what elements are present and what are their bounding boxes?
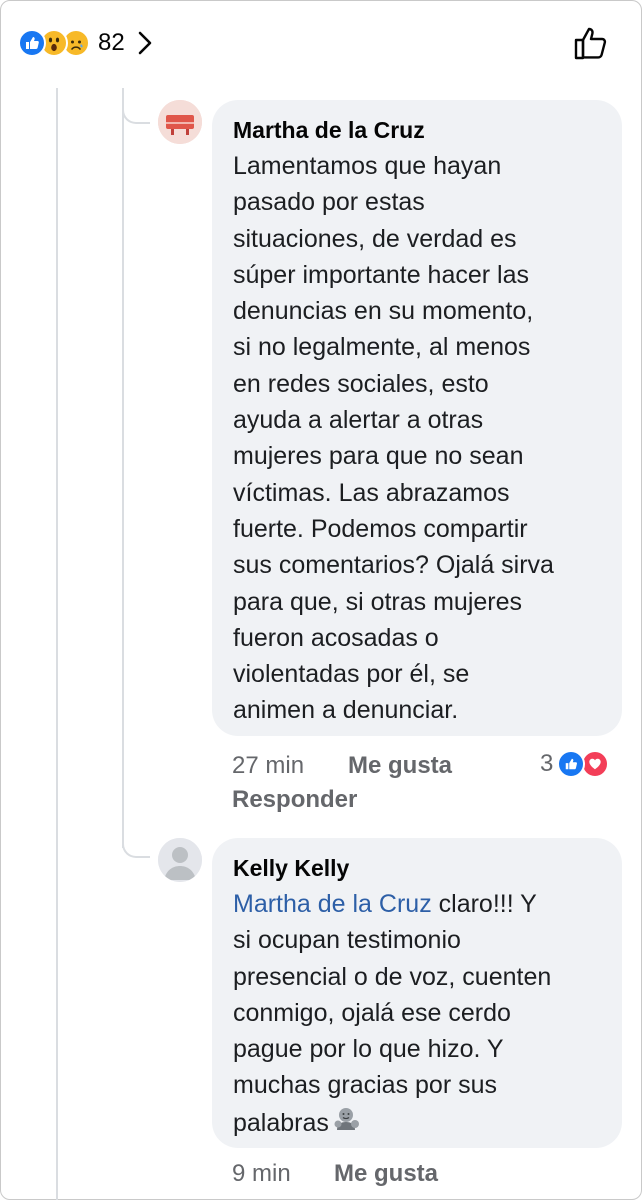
like-button-header[interactable] (572, 24, 610, 67)
comment-fragment: claro!!! Y (431, 890, 537, 918)
comment-line: animen a denunciar. (233, 696, 459, 725)
comment-author[interactable]: Martha de la Cruz (233, 116, 602, 144)
comment-author[interactable]: Kelly Kelly (233, 854, 602, 882)
thread-line (56, 88, 58, 1200)
comment-bubble: Martha de la Cruz Lamentamos que hayan p… (212, 100, 622, 736)
reply-button[interactable]: Responder (232, 786, 357, 814)
like-button[interactable]: Me gusta (334, 1160, 438, 1188)
avatar[interactable] (158, 838, 202, 882)
comment-line: denuncias en su momento, (233, 297, 534, 326)
avatar[interactable] (158, 100, 202, 144)
comment-line: presencial o de voz, cuenten (233, 962, 552, 991)
love-reaction-icon (581, 750, 610, 778)
comment-line: palabras (233, 1104, 602, 1144)
like-reaction-icon (557, 750, 586, 778)
mention-link[interactable]: Martha de la Cruz (233, 890, 432, 918)
comment-line: sus comentarios? Ojalá sirva (233, 551, 554, 580)
comment-reactions[interactable]: 3 (540, 750, 610, 778)
comment-line: en redes sociales, esto (233, 369, 489, 398)
comment-line: para que, si otras mujeres (233, 587, 523, 616)
comment-line: conmigo, ojalá ese cerdo (233, 998, 511, 1027)
reactions-header: 82 (0, 0, 642, 88)
comment-line: muchas gracias por sus (233, 1071, 498, 1100)
reply-thread-line (122, 88, 124, 848)
comment-line: fueron acosadas o (233, 623, 439, 652)
reactions-summary[interactable]: 82 (18, 26, 153, 60)
comment-line: súper importante hacer las (233, 260, 529, 289)
hug-emoji-icon (333, 1104, 363, 1144)
comment-fragment: palabras (233, 1108, 329, 1137)
comment-line: si no legalmente, al menos (233, 333, 531, 362)
comment-line: pague por lo que hizo. Y (233, 1035, 504, 1064)
comment-line: situaciones, de verdad es (233, 224, 517, 253)
reply-connector (122, 88, 150, 124)
comment-text: Martha de la Cruz claro!!! Y si ocupan t… (233, 886, 602, 1144)
reply-connector (122, 820, 150, 858)
comment-reaction-count: 3 (540, 750, 554, 777)
thumbs-up-outline-icon (574, 27, 607, 60)
comment-timestamp[interactable]: 27 min (232, 752, 304, 780)
chevron-right-icon[interactable] (137, 30, 153, 56)
comment-line: Martha de la Cruz claro!!! Y (233, 886, 602, 922)
like-reaction-icon (18, 29, 46, 57)
like-button[interactable]: Me gusta (348, 752, 452, 780)
comment-line: violentadas por él, se (233, 660, 470, 689)
comment-line: Lamentamos que hayan (233, 152, 502, 180)
comment-line: pasado por estas (233, 188, 425, 217)
comment-line: si ocupan testimonio (233, 926, 461, 955)
comment-line: víctimas. Las abrazamos (233, 478, 510, 507)
comment-bubble: Kelly Kelly Martha de la Cruz claro!!! Y… (212, 838, 622, 1148)
comment-line: fuerte. Podemos compartir (233, 514, 528, 543)
comment-line: mujeres para que no sean (233, 442, 524, 471)
reaction-count: 82 (98, 29, 125, 56)
comment-timestamp[interactable]: 9 min (232, 1160, 291, 1188)
comment-line: ayuda a alertar a otras (233, 406, 484, 435)
comment-text: Lamentamos que hayan pasado por estas si… (233, 148, 602, 729)
